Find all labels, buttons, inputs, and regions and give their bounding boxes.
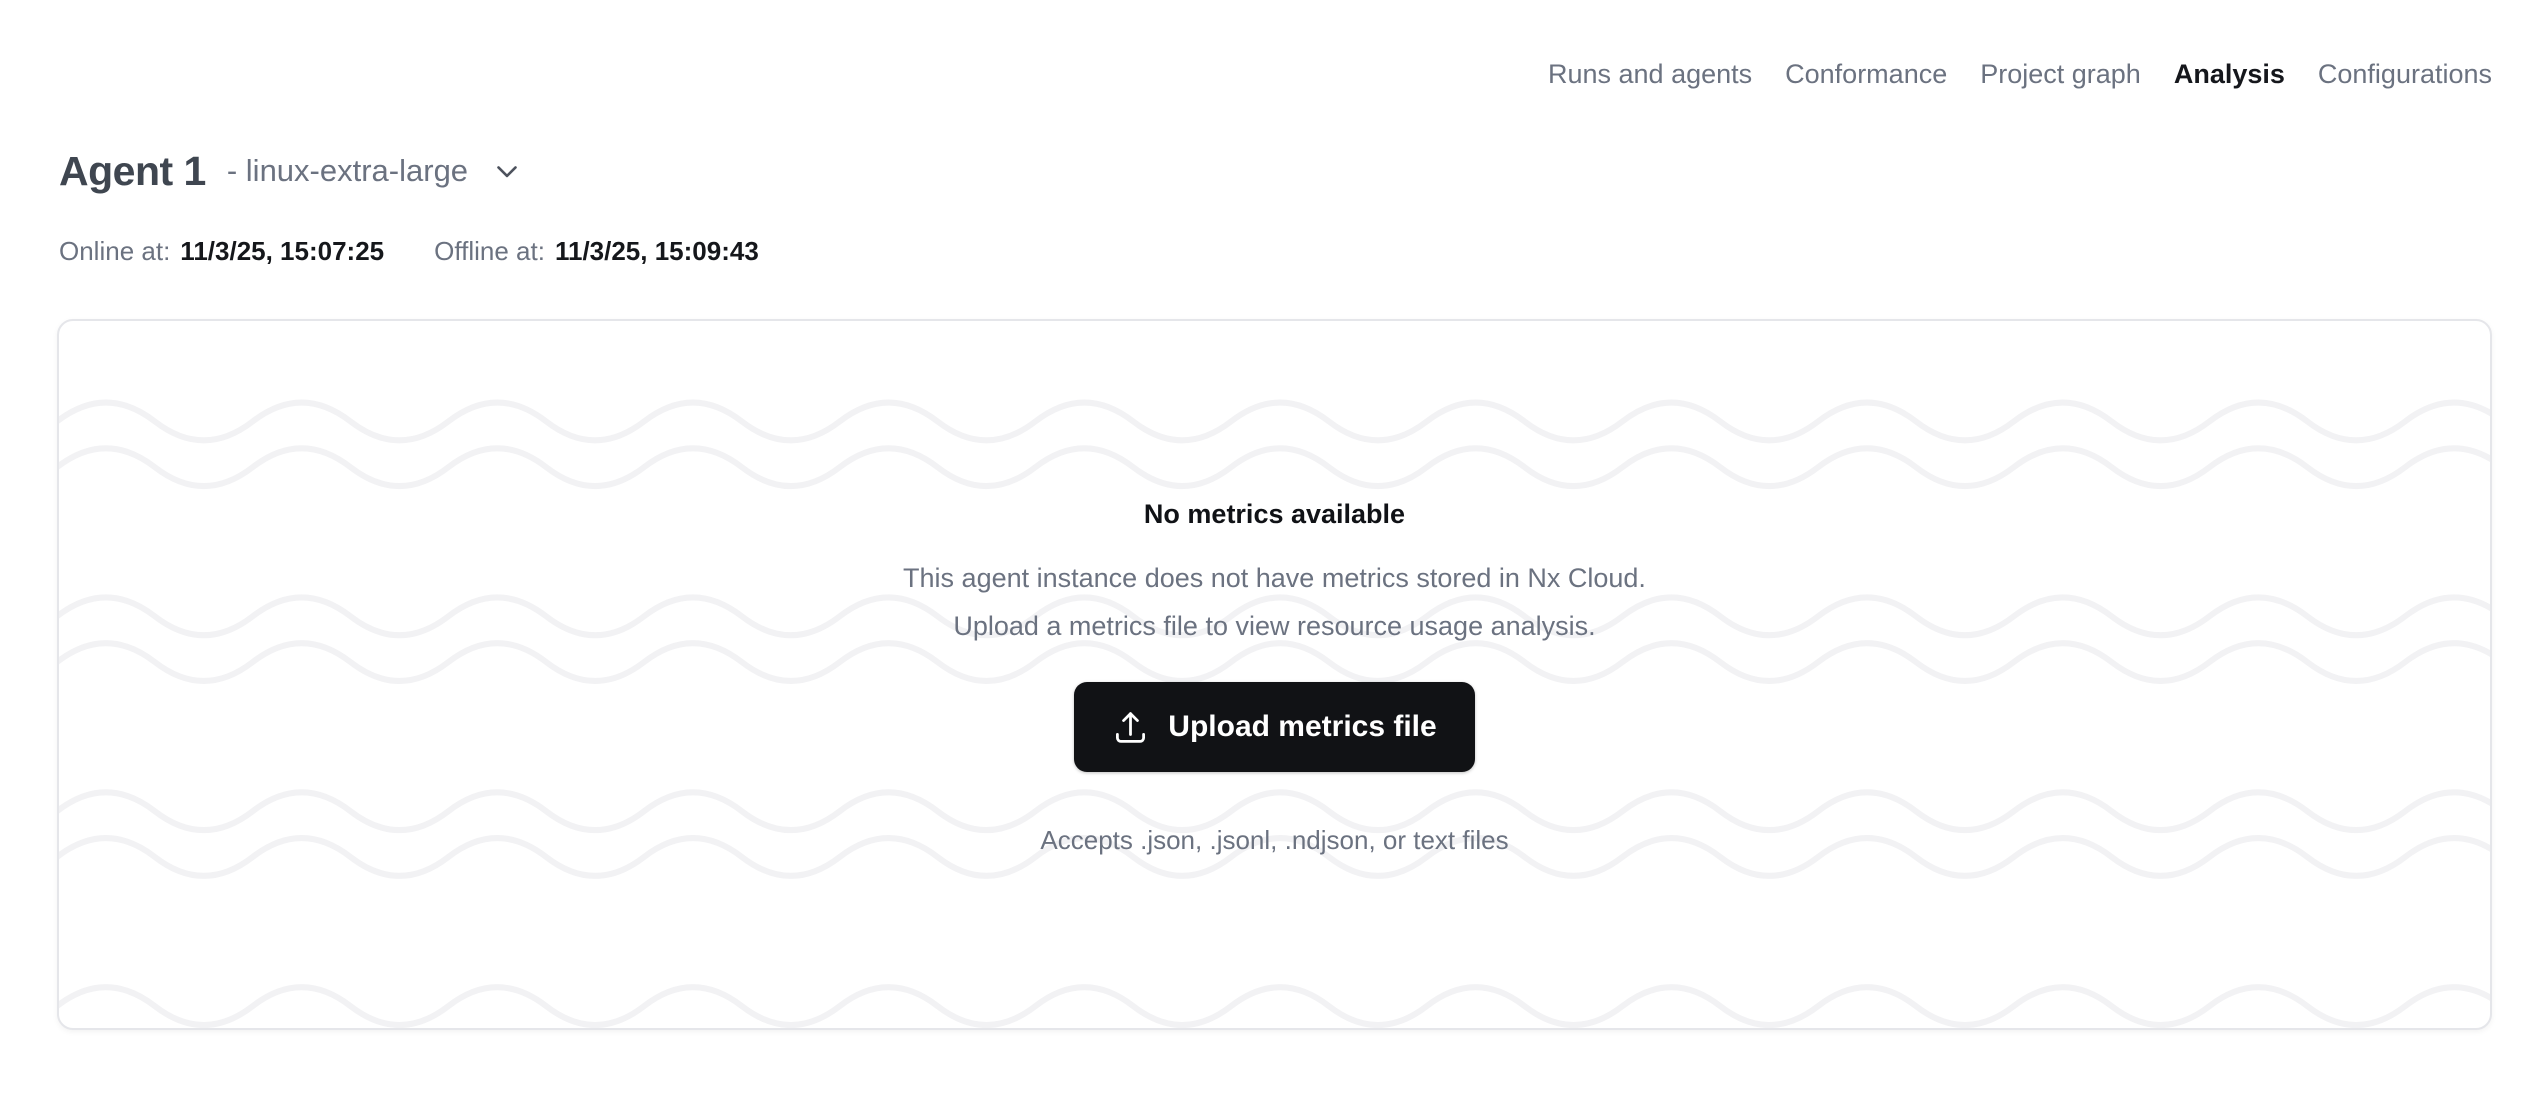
description-line-1: This agent instance does not have metric…: [903, 554, 1646, 602]
nav-item-configurations[interactable]: Configurations: [2318, 57, 2492, 91]
offline-at-value: 11/3/25, 15:09:43: [555, 236, 759, 266]
offline-at-label: Offline at:: [434, 236, 545, 266]
nav-item-analysis[interactable]: Analysis: [2174, 57, 2285, 91]
agent-status-row: Online at: 11/3/25, 15:07:25 Offline at:…: [59, 236, 759, 266]
empty-state-title: No metrics available: [1144, 494, 1405, 534]
upload-icon: [1112, 709, 1149, 746]
nav-item-project-graph[interactable]: Project graph: [1980, 57, 2141, 91]
nav-item-conformance[interactable]: Conformance: [1785, 57, 1947, 91]
agent-header: Agent 1 - linux-extra-large Online at: 1…: [59, 146, 759, 266]
agent-name: Agent 1: [59, 146, 206, 196]
upload-metrics-file-button[interactable]: Upload metrics file: [1074, 682, 1474, 772]
top-nav: Runs and agents Conformance Project grap…: [1548, 57, 2492, 91]
online-at-label: Online at:: [59, 236, 170, 266]
agent-selector[interactable]: Agent 1 - linux-extra-large: [59, 146, 759, 196]
agent-variant: - linux-extra-large: [227, 146, 468, 196]
online-at-value: 11/3/25, 15:07:25: [180, 236, 384, 266]
upload-button-label: Upload metrics file: [1168, 710, 1436, 744]
empty-state-description: This agent instance does not have metric…: [903, 554, 1646, 650]
description-line-2: Upload a metrics file to view resource u…: [903, 602, 1646, 650]
chevron-down-icon[interactable]: [490, 154, 524, 188]
metrics-card: No metrics available This agent instance…: [57, 319, 2492, 1030]
empty-state: No metrics available This agent instance…: [59, 321, 2490, 1028]
nav-item-runs-and-agents[interactable]: Runs and agents: [1548, 57, 1752, 91]
accepted-formats-note: Accepts .json, .jsonl, .ndjson, or text …: [1040, 822, 1508, 858]
